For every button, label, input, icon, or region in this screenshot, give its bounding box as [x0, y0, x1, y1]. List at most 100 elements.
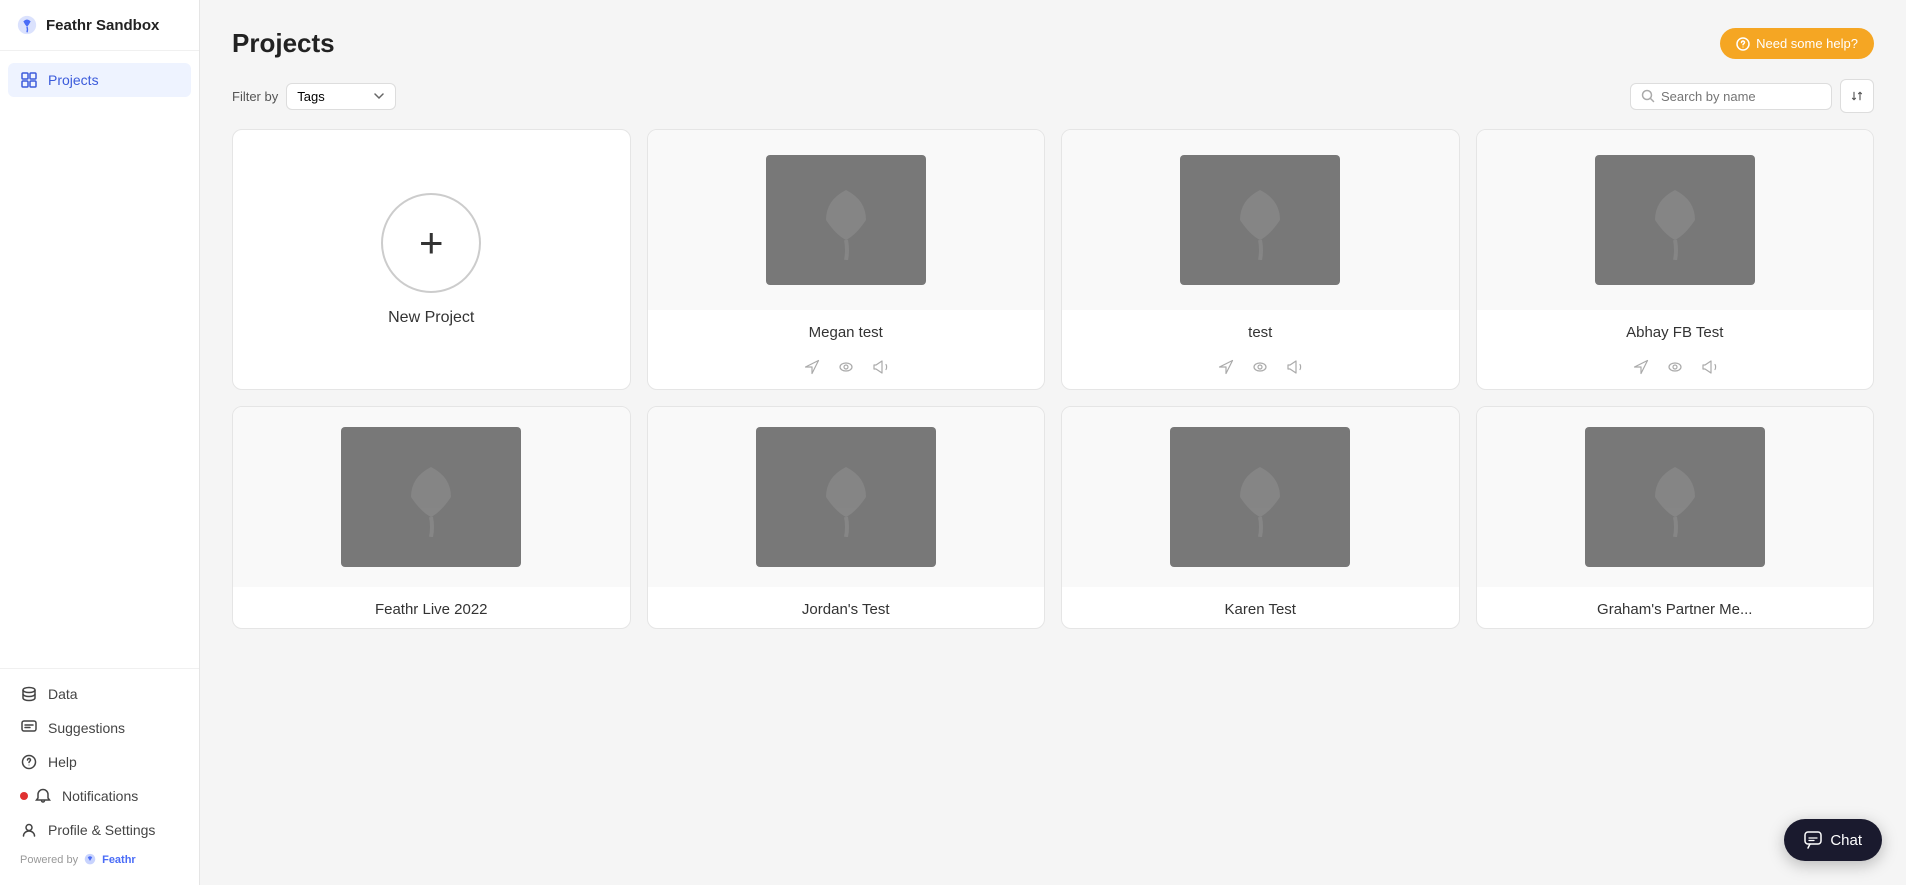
- project-card-body: test: [1062, 310, 1459, 351]
- help-button[interactable]: Need some help?: [1720, 28, 1874, 59]
- data-label: Data: [48, 686, 78, 702]
- workspace-name: Feathr Sandbox: [46, 17, 159, 34]
- megaphone-icon[interactable]: [872, 359, 888, 375]
- project-name: Megan test: [664, 324, 1029, 341]
- page-title: Projects: [232, 28, 335, 59]
- project-card-karen-test[interactable]: Karen Test: [1061, 406, 1460, 629]
- feathr-watermark-icon: [806, 457, 886, 537]
- project-thumbnail: [1595, 155, 1755, 285]
- sidebar-item-projects[interactable]: Projects: [8, 63, 191, 97]
- project-card-footer: [648, 351, 1045, 389]
- sidebar-item-suggestions[interactable]: Suggestions: [8, 711, 191, 745]
- project-card-footer: [1477, 351, 1874, 389]
- tags-filter-value: Tags: [297, 89, 324, 104]
- project-name: test: [1078, 324, 1443, 341]
- project-name: Abhay FB Test: [1493, 324, 1858, 341]
- new-project-label: New Project: [388, 309, 474, 327]
- project-card-body: Feathr Live 2022: [233, 587, 630, 628]
- sort-icon: [1851, 88, 1863, 104]
- feathr-watermark-icon: [1635, 457, 1715, 537]
- project-thumbnail-container: [648, 407, 1045, 587]
- eye-icon[interactable]: [1252, 359, 1268, 375]
- eye-icon[interactable]: [838, 359, 854, 375]
- plus-icon: +: [381, 193, 481, 293]
- feathr-watermark-icon: [806, 180, 886, 260]
- chevron-down-icon: [373, 90, 385, 102]
- project-name: Feathr Live 2022: [249, 601, 614, 618]
- filter-left: Filter by Tags: [232, 83, 396, 110]
- bell-icon: [34, 787, 52, 805]
- project-card-jordans-test[interactable]: Jordan's Test: [647, 406, 1046, 629]
- project-card-footer: [1062, 351, 1459, 389]
- project-name: Jordan's Test: [664, 601, 1029, 618]
- project-name: Graham's Partner Me...: [1493, 601, 1858, 618]
- project-thumbnail: [1170, 427, 1350, 567]
- project-card-abhay-fb-test[interactable]: Abhay FB Test: [1476, 129, 1875, 390]
- question-circle-icon: [1736, 37, 1750, 51]
- project-card-body: Megan test: [648, 310, 1045, 351]
- sidebar: Feathr Sandbox Projects: [0, 0, 200, 885]
- chat-icon: [1804, 831, 1822, 849]
- project-thumbnail-container: [1477, 130, 1874, 310]
- project-thumbnail: [1180, 155, 1340, 285]
- grid-icon: [20, 71, 38, 89]
- feathr-watermark-icon: [391, 457, 471, 537]
- project-name: Karen Test: [1078, 601, 1443, 618]
- tags-filter-select[interactable]: Tags: [286, 83, 396, 110]
- sidebar-nav-bottom: Data Suggestions Help: [0, 668, 199, 885]
- filter-label: Filter by: [232, 89, 278, 104]
- feathr-small-logo: [83, 853, 97, 867]
- project-thumbnail-container: [233, 407, 630, 587]
- send-icon[interactable]: [1218, 359, 1234, 375]
- project-thumbnail: [341, 427, 521, 567]
- profile-label: Profile & Settings: [48, 822, 155, 838]
- help-label: Help: [48, 754, 77, 770]
- feathr-watermark-icon: [1220, 180, 1300, 260]
- project-card-body: Karen Test: [1062, 587, 1459, 628]
- megaphone-icon[interactable]: [1701, 359, 1717, 375]
- main-content: Projects Need some help? Filter by Tags: [200, 0, 1906, 885]
- search-box: [1630, 83, 1832, 110]
- chat-label: Chat: [1830, 832, 1862, 849]
- projects-grid: + New Project Megan test: [232, 129, 1874, 629]
- project-card-graham-partner[interactable]: Graham's Partner Me...: [1476, 406, 1875, 629]
- project-thumbnail-container: [1477, 407, 1874, 587]
- project-thumbnail-container: [1062, 407, 1459, 587]
- project-thumbnail: [766, 155, 926, 285]
- database-icon: [20, 685, 38, 703]
- feathr-logo-icon: [16, 14, 38, 36]
- send-icon[interactable]: [804, 359, 820, 375]
- megaphone-icon[interactable]: [1286, 359, 1302, 375]
- profile-icon: [20, 821, 38, 839]
- help-icon: [20, 753, 38, 771]
- project-card-megan-test[interactable]: Megan test: [647, 129, 1046, 390]
- sidebar-item-notifications[interactable]: Notifications: [8, 779, 191, 813]
- search-icon: [1641, 89, 1655, 103]
- workspace-logo[interactable]: Feathr Sandbox: [0, 0, 199, 51]
- project-card-body: Graham's Partner Me...: [1477, 587, 1874, 628]
- new-project-card[interactable]: + New Project: [232, 129, 631, 390]
- powered-by: Powered by Feathr: [8, 847, 191, 873]
- project-card-feathr-live-2022[interactable]: Feathr Live 2022: [232, 406, 631, 629]
- search-input[interactable]: [1661, 89, 1821, 104]
- project-thumbnail-container: [648, 130, 1045, 310]
- sidebar-item-help[interactable]: Help: [8, 745, 191, 779]
- sidebar-item-data[interactable]: Data: [8, 677, 191, 711]
- suggestions-icon: [20, 719, 38, 737]
- eye-icon[interactable]: [1667, 359, 1683, 375]
- notifications-label: Notifications: [62, 788, 138, 804]
- project-card-body: Abhay FB Test: [1477, 310, 1874, 351]
- projects-label: Projects: [48, 72, 99, 88]
- chat-button[interactable]: Chat: [1784, 819, 1882, 861]
- filter-right: [1630, 79, 1874, 113]
- project-thumbnail: [1585, 427, 1765, 567]
- help-button-label: Need some help?: [1756, 36, 1858, 51]
- sidebar-item-profile[interactable]: Profile & Settings: [8, 813, 191, 847]
- sidebar-nav-top: Projects: [0, 51, 199, 109]
- sort-button[interactable]: [1840, 79, 1874, 113]
- project-card-test[interactable]: test: [1061, 129, 1460, 390]
- notification-dot: [20, 792, 28, 800]
- suggestions-label: Suggestions: [48, 720, 125, 736]
- send-icon[interactable]: [1633, 359, 1649, 375]
- feathr-watermark-icon: [1220, 457, 1300, 537]
